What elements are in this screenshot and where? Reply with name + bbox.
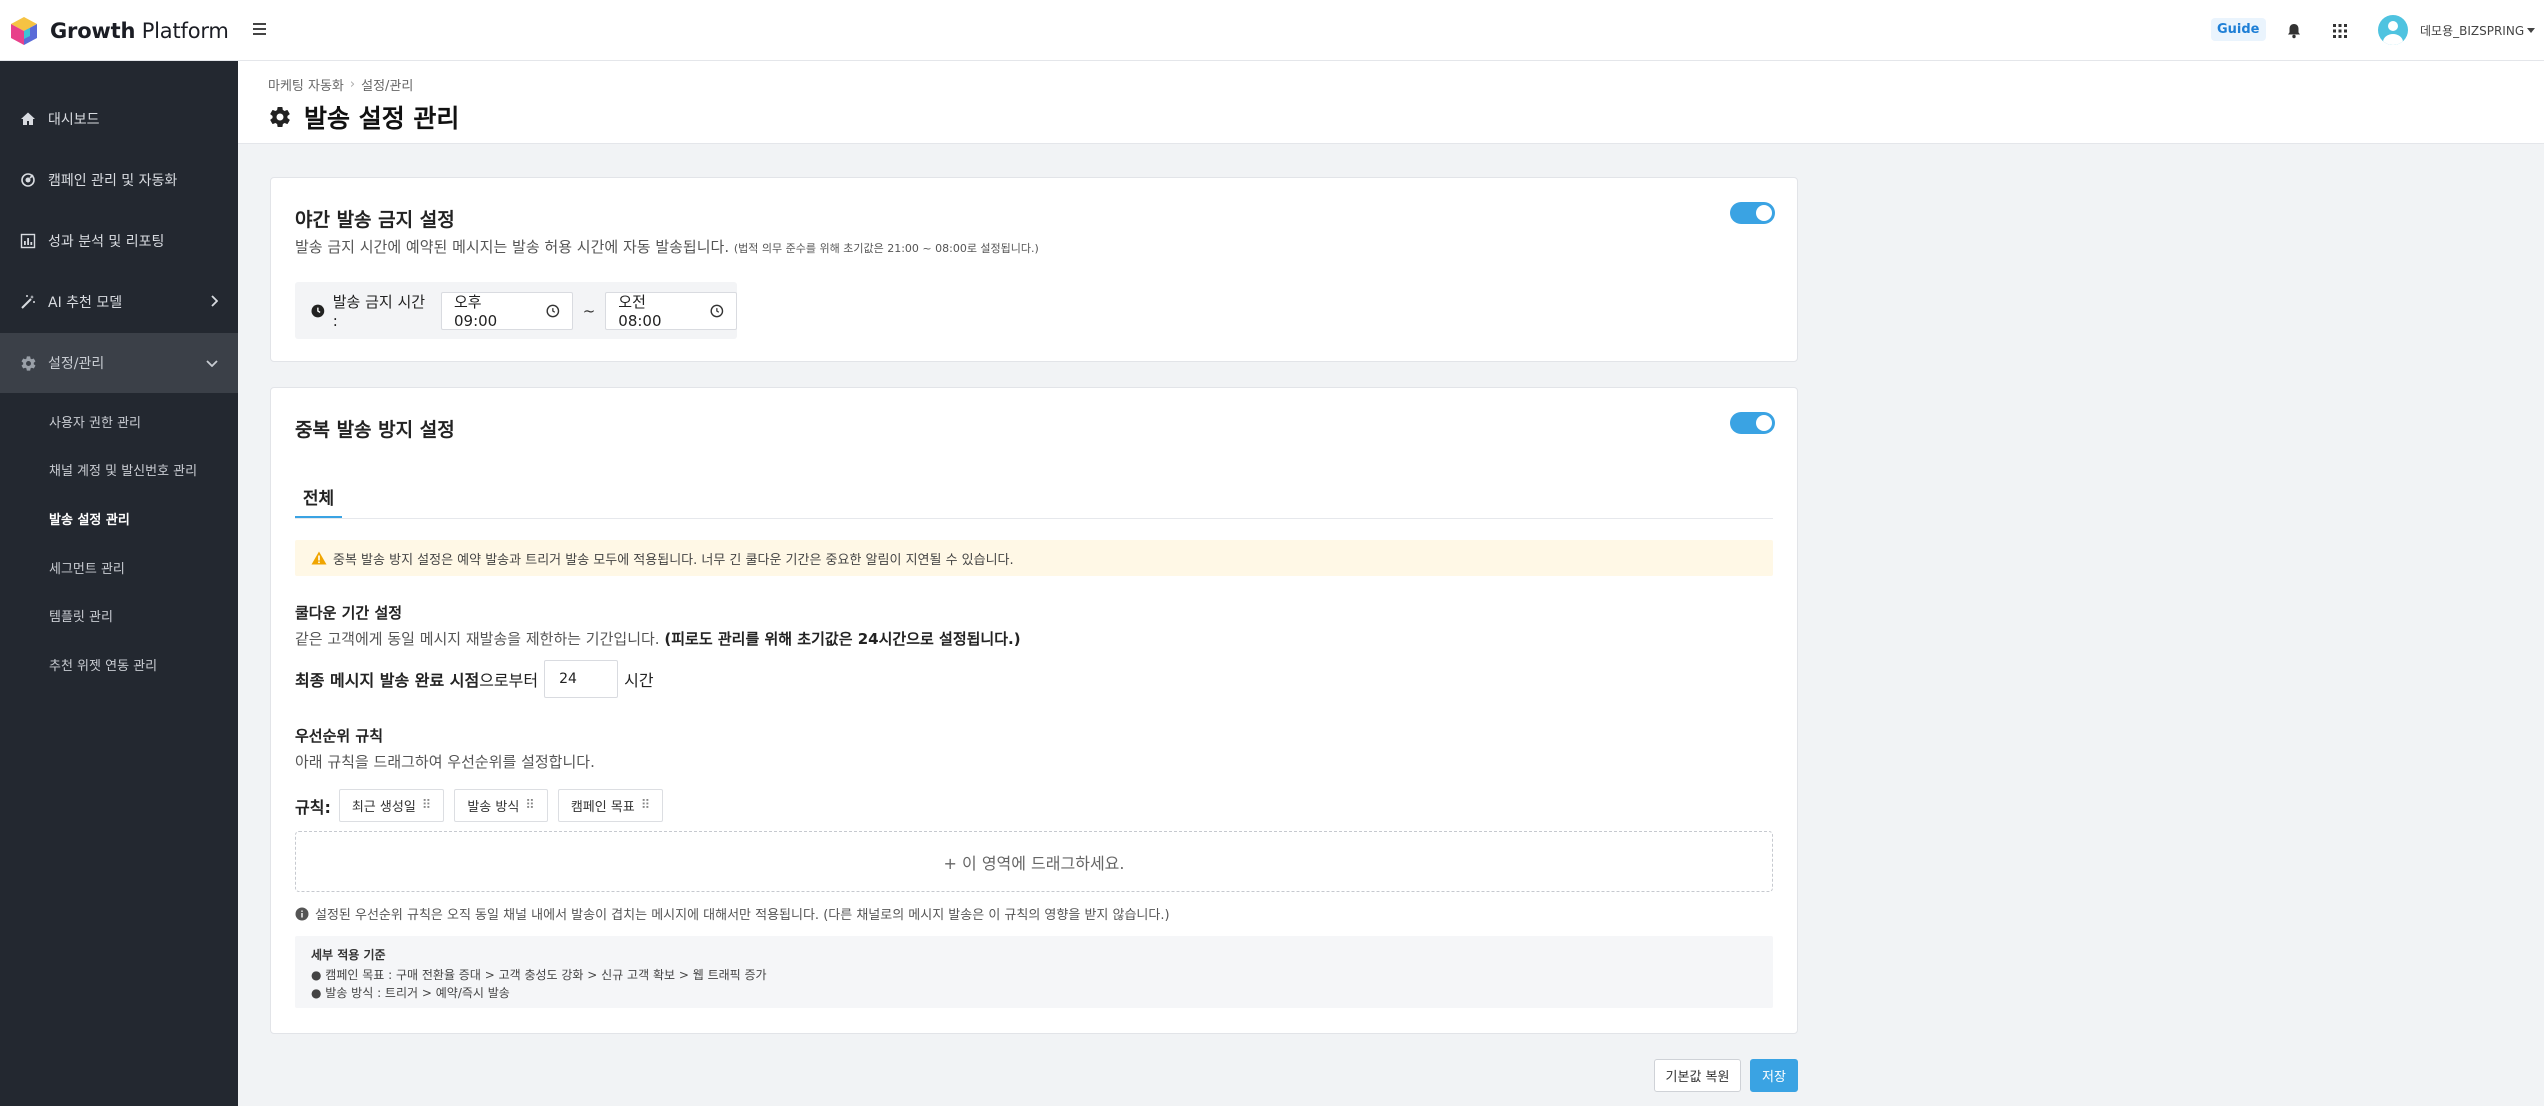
night-time-range: 발송 금지 시간 : 오후 09:00 ~ 오전 08:00 <box>295 282 737 339</box>
night-send-desc: 발송 금지 시간에 예약된 메시지는 발송 허용 시간에 자동 발송됩니다. (… <box>295 238 1039 256</box>
menu-toggle-icon[interactable] <box>250 20 270 40</box>
rules-row: 규칙: 최근 생성일 ⠿ 발송 방식 ⠿ 캠페인 목표 ⠿ <box>295 789 673 822</box>
top-bar: Growth Platform Guide 데모용_BIZSPRING <box>0 0 2544 61</box>
breadcrumb-item[interactable]: 마케팅 자동화 <box>268 75 344 94</box>
drag-handle-icon[interactable]: ⠿ <box>525 798 535 813</box>
chart-icon <box>19 232 37 250</box>
cooldown-prefix: 으로부터 <box>479 671 539 690</box>
home-icon <box>19 110 37 128</box>
night-end-time-input[interactable]: 오전 08:00 <box>605 291 737 330</box>
clock-icon <box>311 304 325 317</box>
guide-button[interactable]: Guide <box>2211 18 2266 41</box>
bell-icon[interactable] <box>2284 21 2304 41</box>
sidebar-item-dashboard[interactable]: 대시보드 <box>0 89 238 149</box>
rule-dropzone[interactable]: + 이 영역에 드래그하세요. <box>295 831 1773 892</box>
priority-desc: 아래 규칙을 드래그하여 우선순위를 설정합니다. <box>295 753 595 771</box>
cube-logo-icon <box>11 17 37 45</box>
campaign-icon <box>19 171 37 189</box>
save-button[interactable]: 저장 <box>1750 1059 1798 1092</box>
breadcrumb-item[interactable]: 설정/관리 <box>361 75 413 94</box>
apps-grid-icon[interactable] <box>2330 21 2350 41</box>
cooldown-unit: 시간 <box>624 671 654 690</box>
gear-icon <box>270 106 290 128</box>
page-header: 마케팅 자동화 › 설정/관리 발송 설정 관리 <box>238 61 2544 144</box>
sidebar-subitem-user-permissions[interactable]: 사용자 권한 관리 <box>49 412 141 431</box>
breadcrumb: 마케팅 자동화 › 설정/관리 <box>268 75 413 94</box>
logo[interactable]: Growth Platform <box>10 16 229 46</box>
clock-icon[interactable] <box>710 304 724 318</box>
warning-text: 중복 발송 방지 설정은 예약 발송과 트리거 발송 모두에 적용됩니다. 너무… <box>333 552 1014 568</box>
avatar <box>2378 15 2408 45</box>
sidebar-subitem-widget-integration[interactable]: 추천 위젯 연동 관리 <box>49 655 157 674</box>
sidebar-item-settings[interactable]: 설정/관리 <box>0 333 238 393</box>
sidebar-item-label: 캠페인 관리 및 자동화 <box>48 173 178 189</box>
priority-title: 우선순위 규칙 <box>295 727 384 745</box>
tab-all[interactable]: 전체 <box>295 478 342 518</box>
priority-info: 설정된 우선순위 규칙은 오직 동일 채널 내에서 발송이 겹치는 메시지에 대… <box>295 904 1170 923</box>
night-send-title: 야간 발송 금지 설정 <box>295 209 455 231</box>
chevron-right-icon <box>210 295 219 310</box>
sidebar: 대시보드 캠페인 관리 및 자동화 성과 분석 및 리포팅 AI 추천 모델 설… <box>0 61 238 1106</box>
cooldown-hours-input[interactable]: 24 <box>544 660 619 698</box>
criteria-box: 세부 적용 기준 ● 캠페인 목표 : 구매 전환율 증대 > 고객 충성도 강… <box>295 936 1773 1008</box>
page-title-text: 발송 설정 관리 <box>304 104 460 133</box>
magic-wand-icon <box>19 293 37 311</box>
app-title: Growth Platform <box>50 19 229 43</box>
sidebar-item-label: 대시보드 <box>48 112 100 128</box>
cooldown-title: 쿨다운 기간 설정 <box>295 604 403 622</box>
night-send-toggle[interactable] <box>1730 202 1775 224</box>
sidebar-item-label: 설정/관리 <box>48 356 105 372</box>
sidebar-subitem-templates[interactable]: 템플릿 관리 <box>49 606 113 625</box>
chevron-down-icon <box>206 356 218 370</box>
cooldown-row: 최종 메시지 발송 완료 시점 으로부터 24 시간 <box>295 660 654 698</box>
clock-icon[interactable] <box>546 304 560 318</box>
sidebar-subitem-channel-accounts[interactable]: 채널 계정 및 발신번호 관리 <box>49 460 197 479</box>
cooldown-prefix-bold: 최종 메시지 발송 완료 시점 <box>295 671 480 690</box>
breadcrumb-separator-icon: › <box>349 77 356 92</box>
warning-banner: 중복 발송 방지 설정은 예약 발송과 트리거 발송 모두에 적용됩니다. 너무… <box>295 540 1773 576</box>
sidebar-item-campaign[interactable]: 캠페인 관리 및 자동화 <box>0 150 238 210</box>
sidebar-subitem-send-settings[interactable]: 발송 설정 관리 <box>49 509 130 528</box>
warning-icon <box>311 551 327 565</box>
night-send-note: (법적 의무 준수를 위해 초기값은 21:00 ~ 08:00로 설정됩니다.… <box>733 242 1039 255</box>
night-send-card: 야간 발송 금지 설정 발송 금지 시간에 예약된 메시지는 발송 허용 시간에… <box>270 177 1798 362</box>
info-icon <box>295 907 309 920</box>
sidebar-item-label: AI 추천 모델 <box>48 295 123 311</box>
caret-down-icon <box>2527 27 2536 33</box>
criteria-item: ● 캠페인 목표 : 구매 전환율 증대 > 고객 충성도 강화 > 신규 고객… <box>311 968 767 982</box>
rule-chip-send-method[interactable]: 발송 방식 ⠿ <box>454 789 548 822</box>
tab-divider <box>295 518 1773 519</box>
rule-chip-recent-created[interactable]: 최근 생성일 ⠿ <box>338 789 445 822</box>
night-time-label: 발송 금지 시간 : <box>311 291 433 330</box>
user-name: 데모용_BIZSPRING <box>2420 23 2525 38</box>
drag-handle-icon[interactable]: ⠿ <box>422 798 432 813</box>
sidebar-item-analytics[interactable]: 성과 분석 및 리포팅 <box>0 211 238 271</box>
sidebar-item-label: 성과 분석 및 리포팅 <box>48 234 165 250</box>
criteria-item: ● 발송 방식 : 트리거 > 예약/즉시 발송 <box>311 986 510 1000</box>
sidebar-subitem-segments[interactable]: 세그먼트 관리 <box>49 558 125 577</box>
duplicate-send-title: 중복 발송 방지 설정 <box>295 419 455 441</box>
page-title: 발송 설정 관리 <box>268 99 459 135</box>
range-separator: ~ <box>582 301 596 320</box>
rule-chip-campaign-goal[interactable]: 캠페인 목표 ⠿ <box>557 789 664 822</box>
drag-handle-icon[interactable]: ⠿ <box>641 798 651 813</box>
sidebar-item-ai-model[interactable]: AI 추천 모델 <box>0 272 238 332</box>
night-start-time-input[interactable]: 오후 09:00 <box>440 291 573 330</box>
duplicate-send-toggle[interactable] <box>1730 412 1775 434</box>
rules-label: 규칙: <box>295 797 331 817</box>
criteria-title: 세부 적용 기준 <box>311 948 386 962</box>
cooldown-note: (피로도 관리를 위해 초기값은 24시간으로 설정됩니다.) <box>664 630 1021 648</box>
duplicate-send-card: 중복 발송 방지 설정 전체 중복 발송 방지 설정은 예약 발송과 트리거 발… <box>270 387 1798 1034</box>
user-menu[interactable]: 데모용_BIZSPRING <box>2378 15 2536 45</box>
gear-icon <box>19 354 37 372</box>
cooldown-desc: 같은 고객에게 동일 메시지 재발송을 제한하는 기간입니다. (피로도 관리를… <box>295 630 1021 648</box>
reset-defaults-button[interactable]: 기본값 복원 <box>1654 1059 1741 1092</box>
